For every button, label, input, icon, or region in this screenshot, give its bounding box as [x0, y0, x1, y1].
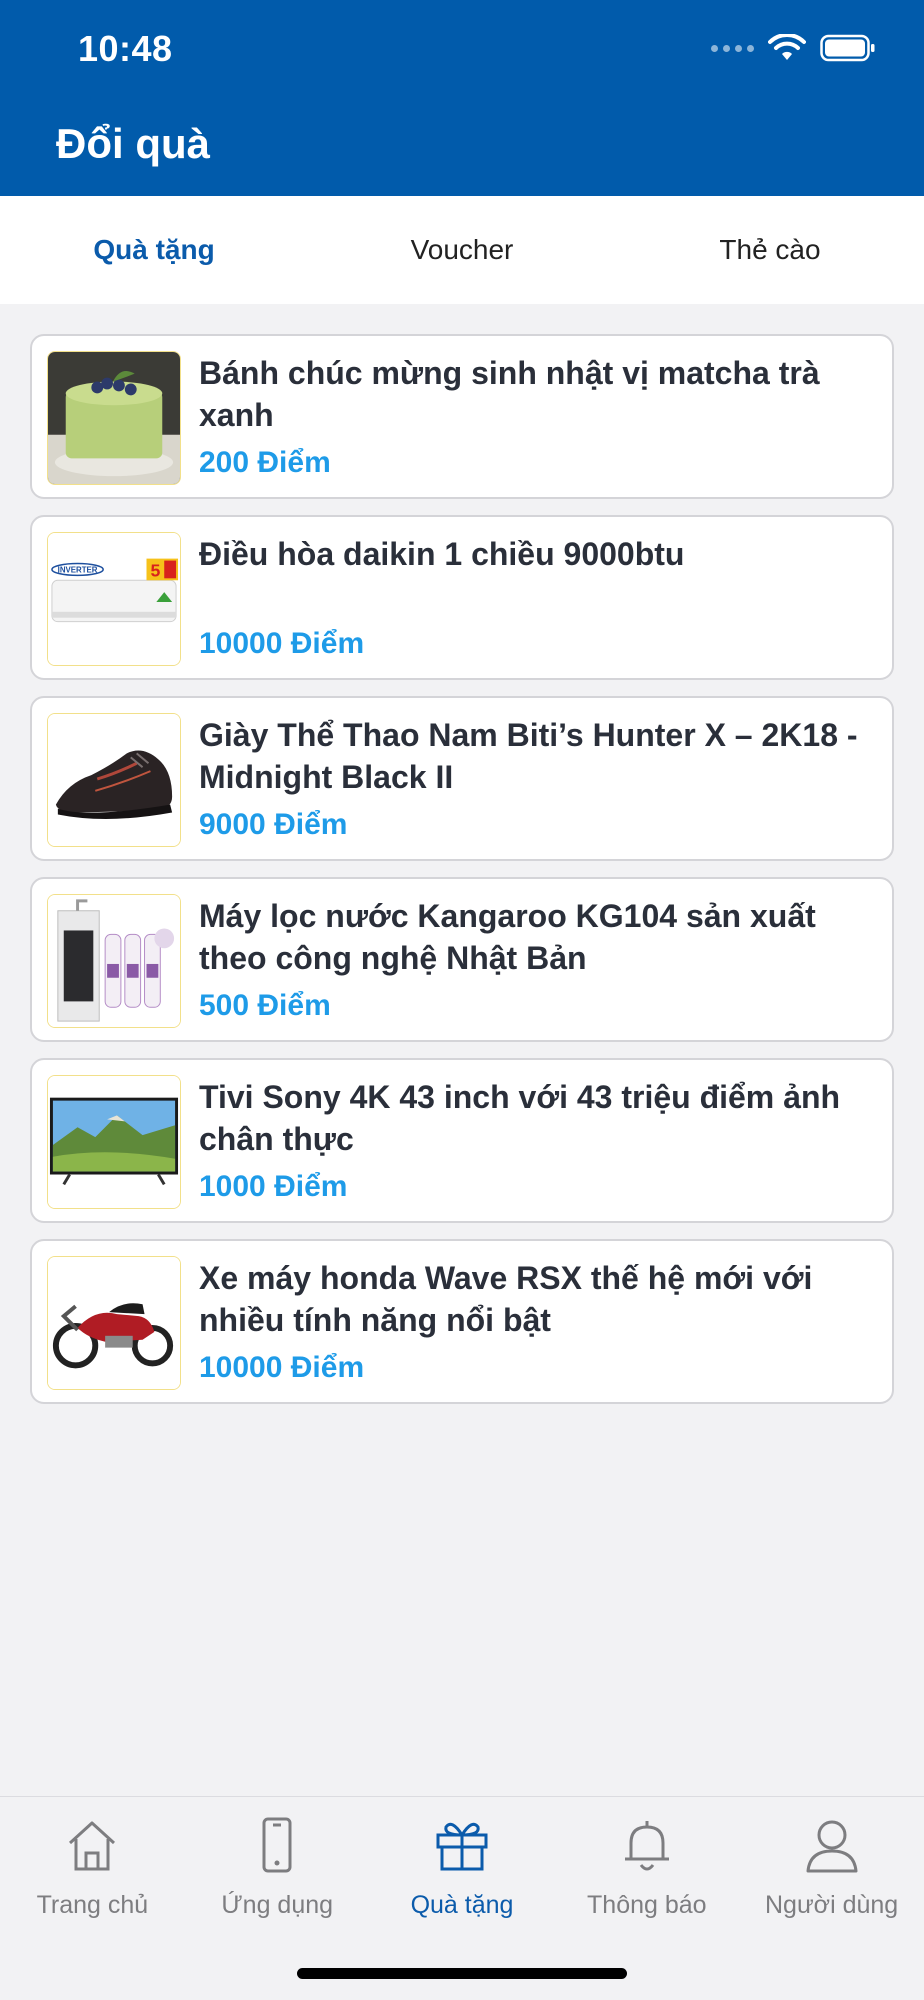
tab-voucher[interactable]: Voucher [308, 196, 616, 304]
signal-icon [711, 44, 754, 52]
gift-tabs: Quà tặng Voucher Thẻ cào [0, 196, 924, 304]
nav-trang-chu[interactable]: Trang chủ [0, 1797, 185, 2000]
gift-title: Bánh chúc mừng sinh nhật vị matcha trà x… [199, 355, 820, 433]
nav-label: Người dùng [764, 1891, 899, 1919]
gift-title: Máy lọc nước Kangaroo KG104 sản xuất the… [199, 898, 816, 976]
phone-icon [262, 1817, 292, 1873]
sneaker-image [47, 713, 181, 847]
app-header: 10:48 Đổi quà [0, 0, 924, 196]
gift-title: Điều hòa daikin 1 chiều 9000btu [199, 536, 685, 572]
inverter-label: INVERTER [58, 565, 98, 574]
status-time: 10:48 [78, 28, 173, 69]
gift-card[interactable]: Tivi Sony 4K 43 inch với 43 triệu điểm ả… [30, 1058, 894, 1223]
gift-title: Tivi Sony 4K 43 inch với 43 triệu điểm ả… [199, 1079, 841, 1157]
page-title: Đổi quà [56, 120, 210, 167]
gift-points: 200 Điểm [199, 446, 331, 479]
gift-points: 10000 Điểm [199, 627, 365, 660]
nav-label: Ứng dụng [221, 1891, 334, 1919]
battery-icon [820, 34, 875, 62]
gift-title: Giày Thể Thao Nam Biti’s Hunter X – 2K18… [199, 717, 858, 795]
bell-icon [624, 1821, 669, 1871]
tab-qua-tang[interactable]: Quà tặng [0, 196, 308, 304]
gift-points: 9000 Điểm [199, 808, 348, 841]
gift-points: 10000 Điểm [199, 1351, 365, 1384]
gift-points: 1000 Điểm [199, 1170, 348, 1203]
user-icon [806, 1820, 858, 1873]
gift-card[interactable]: Máy lọc nước Kangaroo KG104 sản xuất the… [30, 877, 894, 1042]
nav-label: Quà tặng [410, 1891, 514, 1919]
svg-text:5: 5 [150, 560, 160, 580]
gift-card[interactable]: INVERTER 5 Điều hòa daikin 1 chiều 9000b… [30, 515, 894, 680]
tab-the-cao[interactable]: Thẻ cào [616, 196, 924, 304]
air-conditioner-image: INVERTER 5 [47, 532, 181, 666]
gift-card[interactable]: Xe máy honda Wave RSX thế hệ mới với nhi… [30, 1239, 894, 1404]
gift-list: Bánh chúc mừng sinh nhật vị matcha trà x… [30, 334, 894, 1420]
nav-label: Thông báo [587, 1891, 707, 1919]
wifi-icon [768, 34, 806, 60]
television-image [47, 1075, 181, 1209]
matcha-cake-image [47, 351, 181, 485]
gift-icon [436, 1822, 488, 1871]
nav-nguoi-dung[interactable]: Người dùng [739, 1797, 924, 2000]
status-icons [711, 34, 876, 62]
gift-points: 500 Điểm [199, 989, 331, 1022]
gift-card[interactable]: Bánh chúc mừng sinh nhật vị matcha trà x… [30, 334, 894, 499]
gift-title: Xe máy honda Wave RSX thế hệ mới với nhi… [199, 1260, 813, 1338]
home-icon [69, 1821, 116, 1871]
motorbike-image [47, 1256, 181, 1390]
gift-card[interactable]: Giày Thể Thao Nam Biti’s Hunter X – 2K18… [30, 696, 894, 861]
nav-label: Trang chủ [36, 1891, 149, 1919]
water-purifier-image [47, 894, 181, 1028]
home-indicator [297, 1968, 627, 1979]
